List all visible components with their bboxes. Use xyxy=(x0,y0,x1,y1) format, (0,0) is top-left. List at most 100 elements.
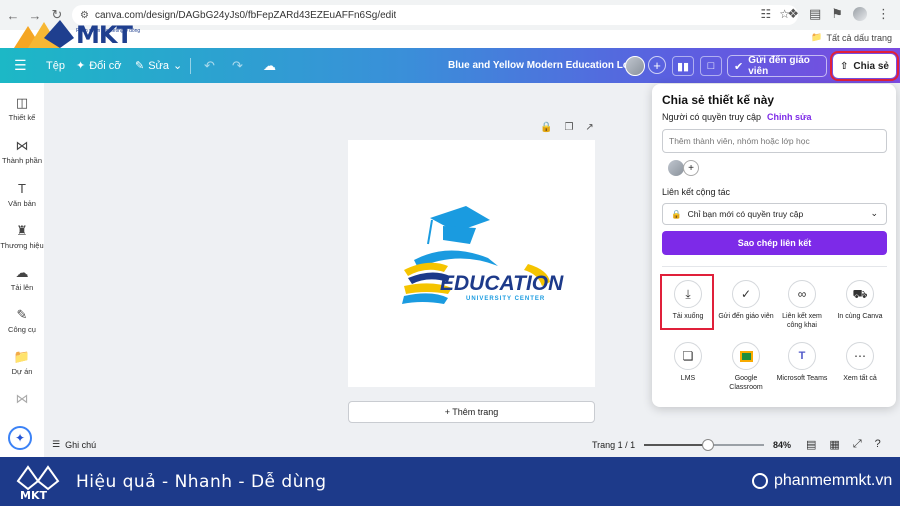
sidebar-item-label: Thiết kế xyxy=(8,113,36,122)
left-sidebar: ◫ Thiết kế ⋈ Thành phần T Văn bản ♜ Thươ… xyxy=(0,83,44,457)
undo-icon[interactable]: ↶ xyxy=(204,48,215,83)
sidepanel-icon[interactable]: ▤ xyxy=(809,6,821,22)
address-bar[interactable]: ⚙ canva.com/design/DAGbG24yJs0/fbFepZARd… xyxy=(72,5,798,25)
resize-label: Đổi cỡ xyxy=(89,59,122,72)
footer-mkt-logo: MKT xyxy=(16,465,60,501)
footer-website-text: phanmemmkt.vn xyxy=(774,472,893,489)
member-avatar[interactable] xyxy=(668,160,684,176)
hamburger-menu-icon[interactable]: ☰ xyxy=(14,48,27,83)
access-label: Người có quyền truy cập xyxy=(662,112,761,122)
add-collaborator-icon[interactable]: + xyxy=(648,56,666,74)
add-member-icon[interactable]: + xyxy=(683,160,699,176)
lock-icon[interactable]: 🔒 xyxy=(540,122,552,133)
extensions-icon[interactable]: ❖ xyxy=(787,6,799,22)
option-send-teacher[interactable]: ✓ Gửi đến giáo viên xyxy=(718,280,774,321)
divider xyxy=(662,266,887,267)
collaborator-avatar[interactable] xyxy=(625,56,645,76)
send-to-teacher-label: Gửi đến giáo viên xyxy=(748,55,810,77)
grid-view-icon[interactable]: ▤ xyxy=(806,438,816,451)
cloud-save-icon[interactable]: ☁ xyxy=(263,48,276,83)
help-icon[interactable]: ? xyxy=(875,438,881,451)
toolbar-divider xyxy=(190,58,191,74)
share-button-label: Chia sẻ xyxy=(853,60,889,72)
sidebar-item-elements[interactable]: ⋈ Thành phần xyxy=(0,138,44,165)
collab-link-select[interactable]: 🔒 Chỉ bạn mới có quyền truy cập ⌄ xyxy=(662,203,887,225)
share-panel: Chia sẻ thiết kế này Người có quyền truy… xyxy=(652,84,896,407)
add-page-icon[interactable]: ↗ xyxy=(585,122,593,133)
insights-chart-icon[interactable]: ▮▮ xyxy=(672,56,694,76)
invite-input[interactable]: Thêm thành viên, nhóm hoặc lớp học xyxy=(662,129,887,153)
layout-icon: ◫ xyxy=(15,95,29,110)
option-public-link[interactable]: ∞ Liên kết xem công khai xyxy=(774,280,830,330)
download-highlight-box xyxy=(660,274,714,330)
more-icon: ⋯ xyxy=(846,342,874,370)
access-edit-link[interactable]: Chỉnh sửa xyxy=(767,112,812,122)
chevron-down-icon: ⌄ xyxy=(870,208,878,218)
option-see-all[interactable]: ⋯ Xem tất cả xyxy=(832,342,888,383)
collab-link-value: Chỉ bạn mới có quyền truy cập xyxy=(687,209,804,219)
duplicate-page-icon[interactable]: ❐ xyxy=(564,122,573,133)
collab-link-label: Liên kết cộng tác xyxy=(662,187,731,197)
zoom-value[interactable]: 84% xyxy=(773,440,791,450)
footer-tagline: Hiệu quả - Nhanh - Dễ dùng xyxy=(76,472,327,492)
fullscreen-icon[interactable]: ⤢ xyxy=(853,438,862,451)
document-title[interactable]: Blue and Yellow Modern Education Logo xyxy=(448,60,641,71)
magic-assistant-button[interactable]: ✦ xyxy=(8,426,32,450)
folder-icon: 📁 xyxy=(811,32,823,42)
page-indicator[interactable]: Trang 1 / 1 xyxy=(592,440,635,450)
sidebar-item-text[interactable]: T Văn bản xyxy=(0,181,44,208)
zoom-slider-fill xyxy=(644,444,708,446)
menu-dots-icon[interactable]: ⋮ xyxy=(877,6,890,22)
copy-link-button[interactable]: Sao chép liên kết xyxy=(662,231,887,255)
google-classroom-icon xyxy=(732,342,760,370)
all-bookmarks-label: Tất cả dấu trang xyxy=(826,32,892,43)
sidebar-item-label: Thành phần xyxy=(1,156,43,165)
option-label: Liên kết xem công khai xyxy=(782,313,822,329)
option-label: Gửi đến giáo viên xyxy=(718,313,774,320)
all-bookmarks[interactable]: 📁 Tất cả dấu trang xyxy=(811,32,892,43)
zoom-slider[interactable] xyxy=(644,439,764,451)
footer-banner: MKT Hiệu quả - Nhanh - Dễ dùng phanmemmk… xyxy=(0,457,900,506)
mkt-logo-text: MKT xyxy=(76,21,133,49)
resize-icon: ✦ xyxy=(76,60,86,72)
sidebar-item-design[interactable]: ◫ Thiết kế xyxy=(0,95,44,122)
edit-menu[interactable]: ✎ Sửa ⌄ xyxy=(135,48,182,83)
page-tools: 🔒 ❐ ↗ xyxy=(540,122,594,133)
sidebar-item-upload[interactable]: ☁ Tải lên xyxy=(0,265,44,292)
option-print[interactable]: ⛟ In cùng Canva xyxy=(832,280,888,321)
redo-icon[interactable]: ↷ xyxy=(232,48,243,83)
lms-icon: ❏ xyxy=(674,342,702,370)
extension-icon[interactable]: ⚑ xyxy=(831,6,843,22)
notes-button[interactable]: ☰ Ghi chú xyxy=(52,439,96,450)
link-icon: ∞ xyxy=(788,280,816,308)
sidebar-item-label: Tải lên xyxy=(10,283,34,292)
option-lms[interactable]: ❏ LMS xyxy=(660,342,716,383)
share-button[interactable]: ⇧ Chia sẻ xyxy=(830,51,899,81)
send-to-teacher-button[interactable]: ✔ Gửi đến giáo viên xyxy=(727,55,827,77)
sidebar-item-apps[interactable]: ⋈ xyxy=(0,391,44,409)
zoom-slider-handle[interactable] xyxy=(701,439,714,451)
design-page[interactable]: EDUCATION UNIVERSITY CENTER xyxy=(348,140,595,387)
folder-icon: 📁 xyxy=(13,349,31,364)
sidebar-item-tools[interactable]: ✎ Công cụ xyxy=(0,307,44,334)
sidebar-item-projects[interactable]: 📁 Dự án xyxy=(0,349,44,376)
logo-sub-text: UNIVERSITY CENTER xyxy=(466,296,545,302)
sidebar-item-brand[interactable]: ♜ Thương hiệu xyxy=(0,223,44,250)
file-menu[interactable]: Tệp xyxy=(46,48,65,83)
option-google-classroom[interactable]: Google Classroom xyxy=(718,342,774,392)
profile-avatar[interactable] xyxy=(853,7,867,21)
option-microsoft-teams[interactable]: T Microsoft Teams xyxy=(774,342,830,383)
comment-icon[interactable]: □ xyxy=(700,56,722,76)
resize-menu[interactable]: ✦ Đổi cỡ xyxy=(76,48,122,83)
teams-icon: T xyxy=(788,342,816,370)
bottom-bar: ☰ Ghi chú Trang 1 / 1 84% ▤ ▦ ⤢ ? xyxy=(44,433,900,457)
page-view-icon[interactable]: ▦ xyxy=(829,438,839,451)
pencil-icon: ✎ xyxy=(135,60,145,72)
translate-icon[interactable]: ☷ xyxy=(760,7,771,21)
canva-toolbar: ☰ Tệp ✦ Đổi cỡ ✎ Sửa ⌄ ↶ ↷ ☁ Blue and Yello… xyxy=(0,48,900,83)
text-icon: T xyxy=(18,181,26,196)
add-page-button[interactable]: + Thêm trang xyxy=(348,401,595,423)
logo-main-text: EDUCATION xyxy=(440,272,564,295)
footer-website: phanmemmkt.vn xyxy=(752,472,892,490)
edit-label: Sửa xyxy=(148,59,170,72)
